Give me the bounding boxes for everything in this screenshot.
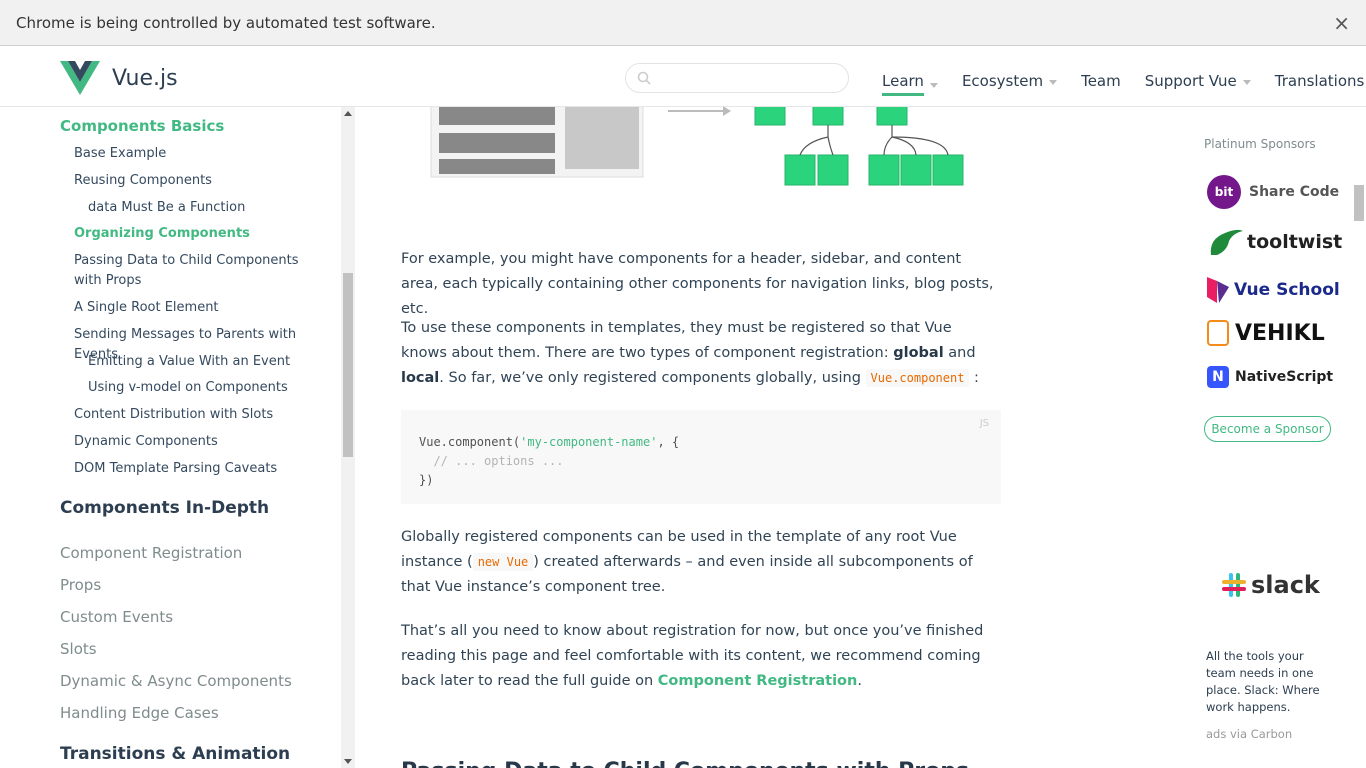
sidebar-section-components-in-depth: Components In-Depth — [60, 498, 270, 518]
page-scroll-thumb[interactable] — [1354, 185, 1364, 221]
carbon-ad-text[interactable]: All the tools your team needs in one pla… — [1206, 648, 1331, 716]
search-input[interactable] — [656, 68, 841, 89]
page-scrollbar[interactable] — [1352, 107, 1366, 768]
component-tree-diagram — [430, 107, 964, 186]
nav-team-label: Team — [1081, 72, 1121, 90]
vehikl-logo-icon — [1207, 320, 1229, 346]
code-line2: // ... options ... — [419, 454, 564, 468]
p2-text-a: To use these components in templates, th… — [401, 320, 952, 361]
nativescript-logo-icon: N — [1207, 366, 1229, 388]
code-lang-label: JS — [979, 418, 989, 429]
code-line3: }) — [419, 473, 434, 487]
sidebar-item-custom-events[interactable]: Custom Events — [60, 608, 173, 626]
paragraph-example: For example, you might have components f… — [401, 251, 994, 317]
sidebar-item-reusing-components[interactable]: Reusing Components — [74, 171, 314, 191]
sidebar-item-slots-indepth[interactable]: Slots — [60, 640, 97, 658]
sidebar-scroll-thumb[interactable] — [343, 273, 353, 457]
automation-infobar: Chrome is being controlled by automated … — [0, 0, 1366, 46]
bit-logo-icon: bit — [1207, 175, 1241, 209]
brand-name: Vue.js — [112, 65, 178, 91]
p2-and: and — [943, 345, 976, 361]
sidebar-scrollbar[interactable] — [341, 107, 355, 768]
main-content: For example, you might have components f… — [355, 107, 1185, 768]
sidebar-item-props[interactable]: Props — [60, 576, 101, 594]
tooltwist-label: tooltwist — [1247, 231, 1343, 253]
chevron-down-icon — [1242, 79, 1251, 85]
sidebar-item-component-registration[interactable]: Component Registration — [60, 544, 242, 562]
paragraph-registration: To use these components in templates, th… — [401, 316, 1001, 391]
become-sponsor-button[interactable]: Become a Sponsor — [1204, 416, 1331, 442]
sponsor-nativescript[interactable]: N NativeScript — [1207, 366, 1333, 388]
carbon-brand: slack — [1251, 571, 1320, 599]
sponsors-title: Platinum Sponsors — [1204, 137, 1316, 151]
sidebar-item-dynamic-components[interactable]: Dynamic Components — [74, 432, 314, 452]
sidebar-item-passing-data[interactable]: Passing Data to Child Components with Pr… — [74, 251, 314, 291]
sidebar-item-organizing-components[interactable]: Organizing Components — [74, 224, 314, 244]
infobar-message: Chrome is being controlled by automated … — [16, 13, 436, 32]
sidebar-item-v-model[interactable]: Using v-model on Components — [88, 378, 328, 398]
scroll-down-icon[interactable] — [344, 759, 352, 764]
code-block: JS Vue.component('my-component-name', { … — [401, 410, 1001, 504]
nav-support-vue[interactable]: Support Vue — [1145, 72, 1251, 90]
sidebar-item-data-function[interactable]: data Must Be a Function — [88, 198, 328, 218]
carbon-via-link[interactable]: ads via Carbon — [1206, 727, 1292, 741]
sponsors-panel: Platinum Sponsors bit Share Code tooltwi… — [1195, 107, 1345, 768]
nav-learn[interactable]: Learn — [882, 72, 938, 96]
code-line1-string: 'my-component-name' — [520, 435, 658, 449]
nav-ecosystem[interactable]: Ecosystem — [961, 72, 1058, 90]
chevron-down-icon — [929, 82, 938, 88]
paragraph-globally-registered: Globally registered components can be us… — [401, 525, 1001, 600]
code-content: Vue.component('my-component-name', { // … — [419, 433, 679, 490]
p4-text-b: . — [857, 673, 862, 689]
sidebar: Components Basics Base Example Reusing C… — [0, 107, 340, 768]
code-line1-b: , { — [657, 435, 680, 449]
site-header: Vue.js Learn Ecosystem Team Support Vue … — [0, 46, 1366, 107]
nativescript-label: NativeScript — [1235, 369, 1334, 385]
carbon-ad-logo[interactable]: slack — [1221, 571, 1320, 599]
code-line1-a: Vue.component( — [419, 435, 521, 449]
sponsor-vue-school[interactable]: Vue School — [1207, 277, 1340, 303]
sidebar-item-dom-template[interactable]: DOM Template Parsing Caveats — [74, 459, 314, 479]
inline-code-new-vue: new Vue — [472, 553, 534, 571]
vue-school-logo-icon — [1207, 277, 1229, 303]
slack-logo-icon — [1222, 573, 1246, 597]
p2-text-c: : — [974, 370, 979, 386]
nav-support-label: Support Vue — [1144, 72, 1237, 90]
vue-logo-link[interactable]: Vue.js — [60, 61, 178, 95]
sidebar-item-dynamic-async[interactable]: Dynamic & Async Components — [60, 672, 292, 690]
paragraph-summary: That’s all you need to know about regist… — [401, 619, 1001, 694]
bit-label: Share Code — [1249, 184, 1340, 200]
nav-translations[interactable]: Translations — [1275, 72, 1366, 90]
chevron-down-icon — [1049, 79, 1058, 85]
sidebar-section-components-basics[interactable]: Components Basics — [60, 117, 224, 135]
sidebar-item-slots[interactable]: Content Distribution with Slots — [74, 405, 314, 425]
sidebar-item-base-example[interactable]: Base Example — [74, 144, 314, 164]
component-registration-link[interactable]: Component Registration — [658, 673, 858, 689]
vue-logo-icon — [60, 61, 100, 95]
p2-local: local — [401, 370, 440, 386]
p2-text-b: . So far, we’ve only registered componen… — [439, 370, 866, 386]
search-icon — [637, 71, 651, 85]
nav-ecosystem-label: Ecosystem — [961, 72, 1044, 90]
close-icon[interactable]: × — [1333, 11, 1350, 35]
sidebar-item-edge-cases[interactable]: Handling Edge Cases — [60, 704, 219, 722]
next-section-heading: Passing Data to Child Components with Pr… — [401, 759, 969, 768]
p2-global: global — [893, 345, 944, 361]
scroll-up-icon[interactable] — [344, 111, 352, 116]
search-box[interactable] — [625, 63, 849, 93]
vehikl-label: VEHIKL — [1235, 320, 1325, 346]
nav-team[interactable]: Team — [1081, 72, 1121, 90]
nav-translations-label: Translations — [1274, 72, 1365, 90]
nav-learn-label: Learn — [882, 72, 924, 96]
sponsor-tooltwist[interactable]: tooltwist — [1207, 225, 1342, 259]
vue-school-label: Vue School — [1234, 280, 1340, 300]
sponsor-vehikl[interactable]: VEHIKL — [1207, 320, 1325, 346]
sidebar-item-emitting-value[interactable]: Emitting a Value With an Event — [88, 352, 328, 372]
sidebar-item-single-root[interactable]: A Single Root Element — [74, 298, 314, 318]
inline-code-vue-component: Vue.component — [865, 369, 970, 387]
main-nav: Learn Ecosystem Team Support Vue Transla… — [882, 66, 1366, 96]
sponsor-bit[interactable]: bit Share Code — [1207, 175, 1339, 209]
tooltwist-logo-icon — [1210, 229, 1243, 255]
sidebar-section-transitions: Transitions & Animation — [60, 744, 291, 764]
